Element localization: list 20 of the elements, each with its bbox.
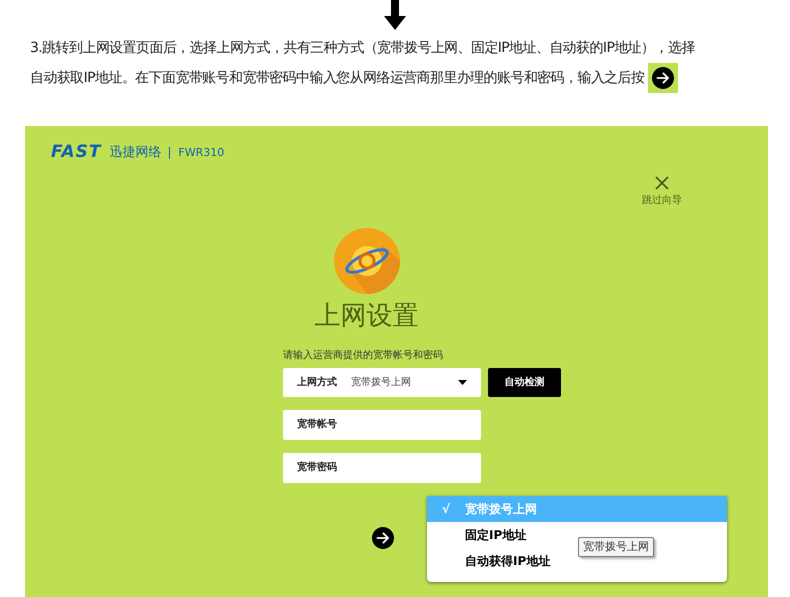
instruction-text: 自动获取IP地址。在下面宽带账号和宽带密码中输入您从网络运营商那里办理的账号和密码，输入之后按 bbox=[30, 68, 644, 88]
page-title: 上网设置 bbox=[314, 300, 418, 332]
down-arrow-icon bbox=[384, 0, 406, 30]
hint-text: 请输入运营商提供的宽带帐号和密码 bbox=[283, 350, 444, 362]
close-icon[interactable] bbox=[655, 176, 669, 190]
tooltip: 宽带拨号上网 bbox=[578, 537, 654, 557]
dropdown-option[interactable]: 自动获得IP地址 bbox=[427, 548, 554, 574]
skip-wizard-link[interactable]: 跳过向导 bbox=[642, 193, 682, 208]
model-name: FWR310 bbox=[178, 144, 224, 160]
auto-detect-button[interactable]: 自动检测 bbox=[488, 368, 561, 396]
brand-logo: FAST bbox=[51, 141, 102, 164]
arrow-right-icon[interactable] bbox=[372, 527, 394, 549]
brand-name: 迅捷网络 bbox=[109, 144, 162, 162]
text-field[interactable]: 宽带帐号 bbox=[283, 410, 481, 440]
globe-icon bbox=[332, 226, 400, 294]
text-field[interactable]: 宽带密码 bbox=[283, 452, 481, 482]
caret-icon bbox=[458, 380, 467, 384]
dropdown-option[interactable]: 固定IP地址 bbox=[427, 522, 530, 548]
connection-type-select[interactable]: 上网方式 宽带拨号上网 bbox=[283, 368, 481, 396]
instruction-text: 3.跳转到上网设置页面后，选择上网方式，共有三种方式（宽带拨号上网、固定IP地址、自动获的IP地址），选择 bbox=[30, 39, 696, 58]
